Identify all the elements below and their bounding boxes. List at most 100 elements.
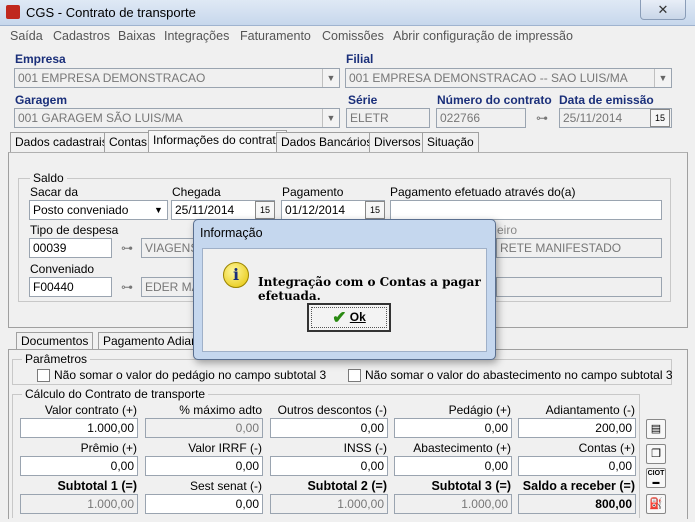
- sacar-label: Sacar da: [30, 185, 79, 199]
- window-title: CGS - Contrato de transporte: [26, 5, 196, 20]
- chevron-down-icon[interactable]: ▼: [150, 201, 167, 219]
- abastecimento-field[interactable]: 0,00: [394, 456, 512, 476]
- inss-label: INSS (-): [343, 441, 387, 455]
- tipo-despesa-label: Tipo de despesa: [30, 223, 119, 237]
- serie-label: Série: [348, 93, 378, 107]
- window-icon[interactable]: ❐: [646, 444, 666, 464]
- pagamento-value: 01/12/2014: [285, 203, 346, 217]
- data-emissao-label: Data de emissão: [559, 93, 654, 107]
- premio-field[interactable]: 0,00: [20, 456, 138, 476]
- adiantamento-field[interactable]: 200,00: [518, 418, 636, 438]
- ok-button-focus: [311, 307, 387, 328]
- garagem-value: 001 GARAGEM SÃO LUIS/MA: [18, 111, 183, 125]
- conveniado-label: Conveniado: [30, 262, 95, 276]
- tipo-despesa-desc: VIAGENS: [141, 238, 201, 258]
- serie-field[interactable]: ELETR: [346, 108, 430, 128]
- chevron-down-icon[interactable]: ▼: [322, 69, 339, 87]
- subtotal-2-field: 1.000,00: [270, 494, 388, 514]
- calendar-icon[interactable]: 15: [650, 109, 670, 127]
- sest-senat-field[interactable]: 0,00: [145, 494, 263, 514]
- menu-bar: Saída Cadastros Baixas Integrações Fatur…: [0, 26, 695, 46]
- maximo-adto-field: 0,00: [145, 418, 263, 438]
- binoculars-icon[interactable]: ⊶: [116, 277, 138, 297]
- menu-baixas[interactable]: Baixas: [118, 29, 156, 43]
- tipo-despesa-code[interactable]: 00039: [29, 238, 112, 258]
- contas-label: Contas (+): [578, 441, 635, 455]
- premio-label: Prêmio (+): [80, 441, 137, 455]
- garagem-select[interactable]: 001 GARAGEM SÃO LUIS/MA ▼: [14, 108, 340, 128]
- valor-irrf-label: Valor IRRF (-): [188, 441, 262, 455]
- menu-abrir-config[interactable]: Abrir configuração de impressão: [393, 29, 573, 43]
- dialog-title: Informação: [200, 226, 263, 240]
- menu-faturamento[interactable]: Faturamento: [240, 29, 311, 43]
- pedagio-label: Pedágio (+): [448, 403, 511, 417]
- maximo-adto-label: % máximo adto: [179, 403, 262, 417]
- tab-dados-bancarios[interactable]: Dados Bancários: [276, 132, 378, 152]
- binoculars-icon[interactable]: ⊶: [531, 108, 553, 128]
- dialog-body: i Integração com o Contas a pagar efetua…: [202, 248, 487, 352]
- tab-diversos[interactable]: Diversos: [369, 132, 426, 152]
- valor-irrf-field[interactable]: 0,00: [145, 456, 263, 476]
- ciot-icon[interactable]: CIOT ▬: [646, 468, 666, 488]
- checkbox-abastecimento[interactable]: [348, 369, 361, 382]
- efetuado-field[interactable]: [390, 200, 662, 220]
- filial-select[interactable]: 001 EMPRESA DEMONSTRACAO -- SAO LUIS/MA …: [345, 68, 672, 88]
- empresa-value: 001 EMPRESA DEMONSTRACAO: [18, 71, 206, 85]
- empresa-select[interactable]: 001 EMPRESA DEMONSTRACAO ▼: [14, 68, 340, 88]
- tab-contas[interactable]: Contas: [104, 132, 153, 152]
- saldo-title: Saldo: [30, 171, 67, 185]
- parametros-title: Parâmetros: [22, 352, 91, 366]
- document-icon[interactable]: ▤: [646, 419, 666, 439]
- menu-comissoes[interactable]: Comissões: [322, 29, 384, 43]
- conveniado-code[interactable]: F00440: [29, 277, 112, 297]
- sacar-value: Posto conveniado: [33, 203, 129, 217]
- menu-saida[interactable]: Saída: [10, 29, 43, 43]
- conveniado-extra-field: [496, 277, 662, 297]
- valor-contrato-field[interactable]: 1.000,00: [20, 418, 138, 438]
- dialog-message: Integração com o Contas a pagar efetuada…: [258, 275, 481, 303]
- pagamento-label: Pagamento: [282, 185, 344, 199]
- tab-documentos[interactable]: Documentos: [16, 332, 94, 350]
- subtotal-3-label: Subtotal 3 (=): [431, 479, 511, 493]
- numero-label: Número do contrato: [437, 93, 552, 107]
- fuel-pump-icon[interactable]: ⛽: [646, 494, 666, 514]
- partial-label: eiro: [497, 223, 518, 237]
- close-button[interactable]: ✕: [640, 0, 686, 20]
- conveniado-desc: EDER MA: [141, 277, 201, 297]
- sacar-select[interactable]: Posto conveniado ▼: [29, 200, 168, 220]
- checkbox-pedagio-label: Não somar o valor do pedágio no campo su…: [54, 368, 327, 382]
- efetuado-label: Pagamento efetuado através do(a): [390, 185, 576, 199]
- calendar-icon[interactable]: 15: [365, 201, 385, 219]
- outros-descontos-field[interactable]: 0,00: [270, 418, 388, 438]
- saldo-receber-label: Saldo a receber (=): [522, 479, 635, 493]
- frete-desc: RETE MANIFESTADO: [496, 238, 662, 258]
- subtotal-3-field: 1.000,00: [394, 494, 512, 514]
- tab-informacoes-contrato[interactable]: Informações do contrato: [148, 130, 288, 152]
- subtotal-2-label: Subtotal 2 (=): [307, 479, 387, 493]
- chevron-down-icon[interactable]: ▼: [654, 69, 671, 87]
- app-icon: [6, 5, 20, 19]
- calendar-icon[interactable]: 15: [255, 201, 275, 219]
- data-emissao-value: 25/11/2014: [563, 111, 623, 125]
- tab-pagamento-adiantamento[interactable]: Pagamento Adian: [98, 332, 195, 350]
- inss-field[interactable]: 0,00: [270, 456, 388, 476]
- numero-field[interactable]: 022766: [436, 108, 526, 128]
- menu-integracoes[interactable]: Integrações: [164, 29, 229, 43]
- contas-field[interactable]: 0,00: [518, 456, 636, 476]
- filial-label: Filial: [346, 52, 374, 66]
- saldo-receber-field: 800,00: [518, 494, 636, 514]
- subtotal-1-field: 1.000,00: [20, 494, 138, 514]
- filial-value: 001 EMPRESA DEMONSTRACAO -- SAO LUIS/MA: [349, 71, 628, 85]
- menu-cadastros[interactable]: Cadastros: [53, 29, 110, 43]
- pedagio-field[interactable]: 0,00: [394, 418, 512, 438]
- chevron-down-icon[interactable]: ▼: [322, 109, 339, 127]
- main-tabs: Dados cadastrais Contas Informações do c…: [10, 130, 690, 152]
- ok-button[interactable]: ✔ Ok: [307, 303, 391, 332]
- adiantamento-label: Adiantamento (-): [545, 403, 635, 417]
- checkbox-pedagio[interactable]: [37, 369, 50, 382]
- tab-dados-cadastrais[interactable]: Dados cadastrais: [10, 132, 113, 152]
- tab-situacao[interactable]: Situação: [422, 132, 479, 152]
- info-icon: i: [223, 262, 249, 288]
- abastecimento-label: Abastecimento (+): [413, 441, 511, 455]
- binoculars-icon[interactable]: ⊶: [116, 238, 138, 258]
